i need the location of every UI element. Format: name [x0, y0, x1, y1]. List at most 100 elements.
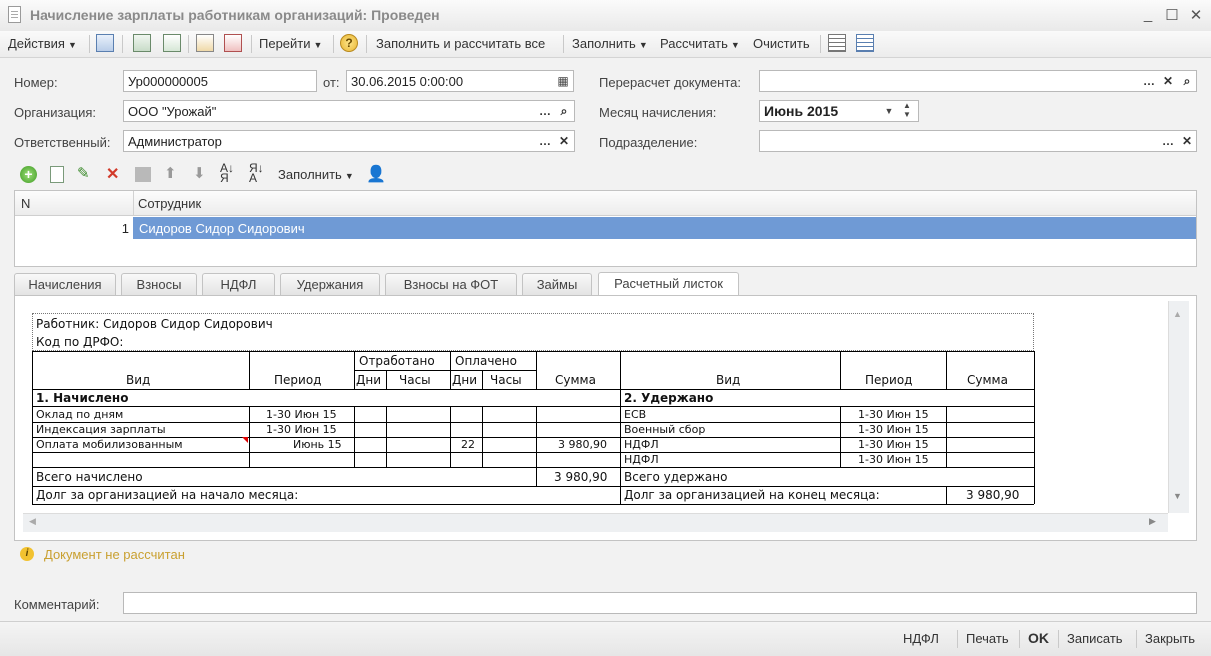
header-paid-hours: Часы	[490, 373, 522, 387]
header-period-left: Период	[274, 373, 322, 387]
recalc-field[interactable]	[759, 70, 1197, 92]
sort-ascending-icon[interactable]: A↓ Я	[220, 162, 234, 184]
save-button[interactable]: Записать	[1067, 631, 1123, 646]
fill-menu[interactable]: Заполнить ▼	[572, 36, 648, 51]
deduction-period: 1-30 Июн 15	[858, 423, 929, 436]
deduction-vid: НДФЛ	[624, 453, 659, 466]
total-accrued-value: 3 980,90	[554, 470, 608, 484]
minimize-icon[interactable]: _	[1138, 6, 1158, 23]
post-and-close-icon[interactable]	[96, 34, 114, 52]
calendar-icon[interactable]: ▦	[555, 71, 571, 91]
deduction-period: 1-30 Июн 15	[858, 408, 929, 421]
vertical-scrollbar[interactable]: ▲ ▼	[1168, 301, 1189, 513]
end-edit-icon[interactable]	[135, 167, 151, 182]
selection-people-icon[interactable]: 👤	[366, 164, 386, 184]
structure-icon[interactable]	[828, 34, 846, 52]
tab-contributions[interactable]: Взносы	[121, 273, 197, 295]
main-toolbar: Действия ▼ Перейти ▼ ? Заполнить и рассчит…	[0, 31, 1211, 58]
organization-label: Организация:	[14, 105, 97, 120]
total-deducted-label: Всего удержано	[624, 470, 728, 484]
grid-fill-menu[interactable]: Заполнить ▼	[278, 167, 354, 182]
select-dots-icon[interactable]: …	[1159, 131, 1177, 151]
tab-ndfl[interactable]: НДФЛ	[202, 273, 275, 295]
add-row-icon[interactable]: +	[20, 166, 37, 183]
header-worked-hours: Часы	[399, 373, 431, 387]
debt-end-value: 3 980,90	[966, 488, 1020, 502]
department-field[interactable]	[759, 130, 1197, 152]
debt-start-label: Долг за организацией на начало месяца:	[36, 488, 299, 502]
dropdown-icon[interactable]: ▼	[881, 101, 897, 121]
based-on-icon[interactable]	[196, 34, 214, 52]
calculate-label: Рассчитать	[660, 36, 728, 51]
move-up-icon[interactable]: ⬆	[164, 164, 177, 182]
header-worked: Отработано	[359, 354, 435, 368]
close-button[interactable]: Закрыть	[1145, 631, 1195, 646]
header-worked-days: Дни	[356, 373, 382, 387]
print-button[interactable]: Печать	[966, 631, 1009, 646]
fill-and-calculate-button[interactable]: Заполнить и рассчитать все	[376, 36, 545, 51]
scroll-left-icon[interactable]: ◀	[29, 516, 36, 527]
select-dots-icon[interactable]: …	[1140, 71, 1158, 91]
help-icon[interactable]: ?	[340, 34, 358, 52]
select-dots-icon[interactable]: …	[536, 131, 554, 151]
copy-icon[interactable]	[163, 34, 181, 52]
clear-button[interactable]: Очистить	[753, 36, 810, 51]
comment-field[interactable]	[123, 592, 1197, 614]
header-sum-right: Сумма	[967, 373, 1008, 387]
edit-pencil-icon[interactable]: ✎	[77, 164, 90, 182]
accrual-period: 1-30 Июн 15	[266, 408, 337, 421]
table-row[interactable]: 1 Сидоров Сидор Сидорович	[15, 217, 1196, 239]
deduction-vid: ЕСВ	[624, 408, 647, 421]
title-bar: Начисление зарплаты работникам организац…	[0, 0, 1211, 32]
delete-row-icon[interactable]: ✕	[106, 164, 119, 184]
scroll-down-icon[interactable]: ▼	[1173, 491, 1182, 501]
header-period-right: Период	[865, 373, 913, 387]
copy-row-icon[interactable]	[50, 166, 64, 183]
deducted-title: 2. Удержано	[624, 391, 714, 405]
worker-line: Работник: Сидоров Сидор Сидорович	[36, 317, 273, 331]
document-not-calculated-notice: Документ не рассчитан	[44, 547, 185, 562]
scroll-right-icon[interactable]: ▶	[1149, 516, 1156, 527]
number-field[interactable]: Ур000000005	[123, 70, 317, 92]
window-title: Начисление зарплаты работникам организац…	[30, 7, 440, 23]
clear-x-icon[interactable]: ✕	[1178, 131, 1196, 151]
sort-descending-icon[interactable]: Я↓ A	[249, 162, 264, 184]
comment-label: Комментарий:	[14, 597, 100, 612]
tab-accruals[interactable]: Начисления	[14, 273, 116, 295]
clear-x-icon[interactable]: ✕	[1159, 71, 1177, 91]
ok-button[interactable]: OK	[1028, 630, 1049, 646]
responsible-field[interactable]: Администратор	[123, 130, 575, 152]
clear-x-icon[interactable]: ✕	[555, 131, 573, 151]
select-dots-icon[interactable]: …	[536, 101, 554, 121]
number-label: Номер:	[14, 75, 58, 90]
column-n[interactable]: N	[21, 196, 30, 211]
tab-deductions[interactable]: Удержания	[280, 273, 380, 295]
open-search-icon[interactable]: ⌕	[555, 101, 573, 121]
info-icon: i	[20, 547, 34, 561]
ndfl-button[interactable]: НДФЛ	[903, 631, 939, 646]
horizontal-scrollbar[interactable]: ◀ ▶	[23, 513, 1168, 532]
deduction-vid: Военный сбор	[624, 423, 706, 436]
movements-icon[interactable]	[224, 34, 242, 52]
spin-icon[interactable]: ▲ ▼	[899, 101, 915, 121]
refresh-icon[interactable]	[133, 34, 151, 52]
tab-payroll-contributions[interactable]: Взносы на ФОТ	[385, 273, 517, 295]
scroll-up-icon[interactable]: ▲	[1173, 309, 1182, 319]
goto-label: Перейти	[259, 36, 311, 51]
grid-fill-label: Заполнить	[278, 167, 342, 182]
organization-field[interactable]: ООО "Урожай"	[123, 100, 575, 122]
list-settings-icon[interactable]	[856, 34, 874, 52]
document-icon	[8, 6, 21, 23]
date-field[interactable]: 30.06.2015 0:00:00	[346, 70, 574, 92]
tab-payslip[interactable]: Расчетный листок	[598, 272, 739, 296]
column-employee[interactable]: Сотрудник	[138, 196, 201, 211]
maximize-icon[interactable]: ☐	[1162, 6, 1182, 24]
open-search-icon[interactable]: ⌕	[1178, 71, 1196, 91]
tab-loans[interactable]: Займы	[522, 273, 592, 295]
goto-menu[interactable]: Перейти ▼	[259, 36, 322, 51]
accrual-period: Июнь 15	[293, 438, 342, 451]
actions-menu[interactable]: Действия ▼	[8, 36, 77, 51]
calculate-menu[interactable]: Рассчитать ▼	[660, 36, 740, 51]
close-icon[interactable]: ✕	[1186, 6, 1206, 24]
move-down-icon[interactable]: ⬇	[193, 164, 206, 182]
